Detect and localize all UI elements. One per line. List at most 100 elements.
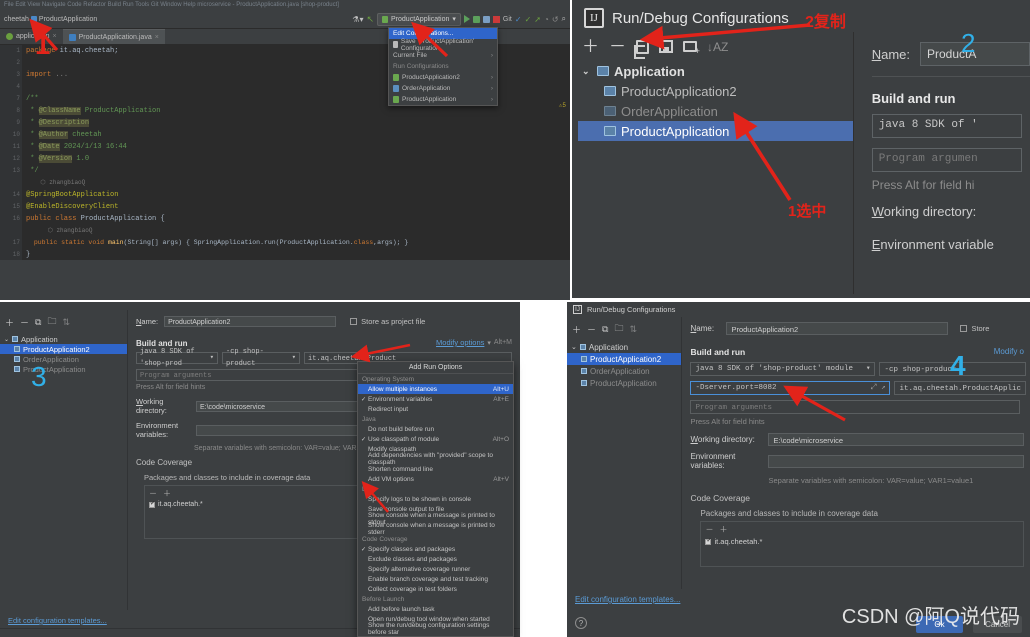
add-configuration-button[interactable]: ＋ (582, 38, 599, 55)
option-add-before-launch-task[interactable]: Add before launch task (358, 604, 513, 614)
tree-node-productapplication[interactable]: ProductApplication (578, 121, 853, 141)
sort-icon[interactable]: ⇅ (62, 317, 70, 328)
option-collect-coverage-test-folders[interactable]: Collect coverage in test folders (358, 584, 513, 594)
remove-pattern-button[interactable]: － (149, 488, 157, 499)
name-input[interactable]: ProductApplication2 (726, 322, 949, 335)
add-pattern-button[interactable]: ＋ (719, 524, 727, 535)
program-arguments-input[interactable]: Program argumen (871, 148, 1022, 172)
program-arguments-input[interactable]: Program arguments (690, 400, 1020, 414)
option-redirect-input[interactable]: Redirect input (358, 404, 513, 414)
jre-selector[interactable]: java 8 SDK of ' (871, 114, 1022, 138)
vcs-update-icon[interactable]: ✓ (515, 15, 522, 24)
classpath-module-selector[interactable]: -cp shop-product ▾ (222, 348, 300, 368)
copy-configuration-icon[interactable]: ⧉ (602, 324, 608, 335)
edit-configuration-templates-link[interactable]: Edit configuration templates... (8, 616, 107, 625)
build-hammer-icon[interactable]: ↖ (366, 14, 374, 25)
chevron-down-icon[interactable]: ⌄ (571, 343, 577, 351)
option-specify-classes-and-packages[interactable]: ✓ Specify classes and packages (358, 544, 513, 554)
coverage-pattern-item[interactable]: it.aq.cheetah.* (701, 537, 1023, 546)
vcs-label[interactable]: Git (503, 16, 512, 23)
remove-pattern-button[interactable]: － (705, 524, 713, 535)
undo-icon[interactable]: ↺ (552, 15, 559, 24)
option-use-classpath-of-module[interactable]: ✓ Use classpath of module Alt+O (358, 434, 513, 444)
main-class-input[interactable]: it.aq.cheetah.ProductApplic (894, 381, 1026, 395)
tree-node-orderapplication[interactable]: OrderApplication (0, 354, 127, 364)
edit-configuration-templates-link[interactable]: Edit configuration templates... (575, 595, 680, 604)
jre-selector[interactable]: java 8 SDK of 'shop-prod ▾ (136, 348, 218, 368)
working-directory-input[interactable]: E:\code\microservice (768, 433, 1024, 446)
breadcrumb[interactable]: cheetah ProductApplication (4, 16, 97, 23)
menu-item-current-file[interactable]: Current File › (389, 50, 497, 61)
option-enable-branch-coverage[interactable]: Enable branch coverage and test tracking (358, 574, 513, 584)
option-show-console-stderr[interactable]: Show console when a message is printed t… (358, 522, 513, 536)
coverage-list-box[interactable]: － ＋ it.aq.cheetah.* (700, 521, 1024, 567)
copy-configuration-icon[interactable] (634, 39, 649, 59)
menu-item-productapplication[interactable]: ProductApplication › (389, 94, 497, 105)
new-folder-icon[interactable]: 🗀 (47, 314, 56, 330)
run-configuration-selector[interactable]: ProductApplication ▾ (377, 12, 461, 26)
name-input[interactable]: ProductApplication2 (164, 316, 337, 327)
option-show-settings-before-start[interactable]: Show the run/debug configuration setting… (358, 622, 513, 636)
modify-options-link[interactable]: Modify o (994, 347, 1024, 356)
tree-node-orderapplication[interactable]: OrderApplication (567, 365, 681, 377)
jre-selector[interactable]: java 8 SDK of 'shop-product' module ▾ (690, 362, 876, 376)
close-icon[interactable]: × (155, 34, 159, 41)
option-add-vm-options[interactable]: Add VM options Alt+V (358, 474, 513, 484)
profiler-icon[interactable]: ⚗▾ (352, 15, 363, 24)
tree-node-application[interactable]: ⌄ Application (567, 341, 681, 353)
option-allow-multiple-instances[interactable]: Allow multiple instances Alt+U (358, 384, 513, 394)
remove-configuration-button[interactable]: － (587, 323, 596, 336)
run-icon[interactable] (463, 15, 470, 23)
store-as-project-file-checkbox[interactable]: Store (960, 324, 989, 333)
option-alternative-coverage-runner[interactable]: Specify alternative coverage runner (358, 564, 513, 574)
search-icon[interactable]: ⌕ (562, 14, 566, 24)
tree-node-productapplication2[interactable]: ProductApplication2 (0, 344, 127, 354)
remove-configuration-button[interactable]: － (609, 38, 626, 55)
tree-node-application[interactable]: ⌄ Application (0, 334, 127, 344)
tree-node-orderapplication[interactable]: OrderApplication (578, 101, 853, 121)
option-add-provided-dependencies[interactable]: Add dependencies with "provided" scope t… (358, 452, 513, 466)
tree-node-productapplication2[interactable]: ProductApplication2 (567, 353, 682, 365)
editor-tab-productapplication[interactable]: ProductApplication.java × (62, 29, 165, 44)
option-shorten-command-line[interactable]: Shorten command line (358, 464, 513, 474)
help-button[interactable]: ? (575, 617, 587, 629)
add-pattern-button[interactable]: ＋ (163, 488, 171, 499)
chevron-down-icon[interactable]: ⌄ (582, 66, 592, 77)
add-configuration-button[interactable]: ＋ (5, 316, 14, 329)
save-configuration-icon[interactable] (659, 40, 673, 53)
add-configuration-button[interactable]: ＋ (572, 323, 581, 336)
tree-node-productapplication[interactable]: ProductApplication (0, 364, 127, 374)
chevron-down-icon[interactable]: ⌄ (4, 336, 9, 343)
vm-options-input[interactable]: -Dserver.port=8082 ⤢ ↗ (690, 381, 891, 395)
new-folder-icon[interactable] (683, 41, 700, 56)
menu-item-save-configuration[interactable]: Save 'ProductApplication' Configuration (389, 38, 497, 52)
coverage-icon[interactable] (482, 15, 490, 23)
close-icon[interactable]: × (52, 33, 56, 40)
option-exclude-classes-and-packages[interactable]: Exclude classes and packages (358, 554, 513, 564)
option-environment-variables[interactable]: ✓ Environment variables Alt+E (358, 394, 513, 404)
editor-tab-application[interactable]: application × (0, 29, 63, 44)
checkbox-icon[interactable] (149, 500, 155, 508)
expand-icon[interactable]: ⤢ ↗ (870, 381, 885, 395)
tree-node-productapplication2[interactable]: ProductApplication2 (578, 81, 853, 101)
new-folder-icon[interactable]: 🗀 (614, 321, 623, 337)
vcs-push-icon[interactable]: ➚ (534, 15, 541, 24)
sort-icon[interactable]: ⇅ (629, 324, 637, 335)
store-as-project-file-checkbox[interactable]: Store as project file (350, 317, 425, 326)
menu-bar[interactable]: File Edit View Navigate Code Refactor Bu… (0, 0, 570, 10)
option-do-not-build-before-run[interactable]: Do not build before run (358, 424, 513, 434)
tree-node-application[interactable]: ⌄ Application (578, 61, 853, 81)
tree-node-productapplication[interactable]: ProductApplication (567, 377, 681, 389)
modify-options-link[interactable]: Modify options (436, 338, 484, 347)
menu-item-orderapplication[interactable]: OrderApplication › (389, 83, 497, 94)
checkbox-icon[interactable] (705, 537, 712, 545)
debug-icon[interactable] (472, 15, 480, 23)
option-specify-logs[interactable]: Specify logs to be shown in console (358, 494, 513, 504)
sort-icon[interactable]: ↓AZ (707, 40, 728, 54)
remove-configuration-button[interactable]: － (20, 316, 29, 329)
vcs-commit-icon[interactable]: ✓ (525, 15, 532, 24)
history-icon[interactable]: ◔ (544, 15, 549, 24)
copy-configuration-icon[interactable]: ⧉ (35, 317, 41, 328)
stop-icon[interactable] (492, 15, 500, 23)
menu-item-productapplication2[interactable]: ProductApplication2 › (389, 72, 497, 83)
